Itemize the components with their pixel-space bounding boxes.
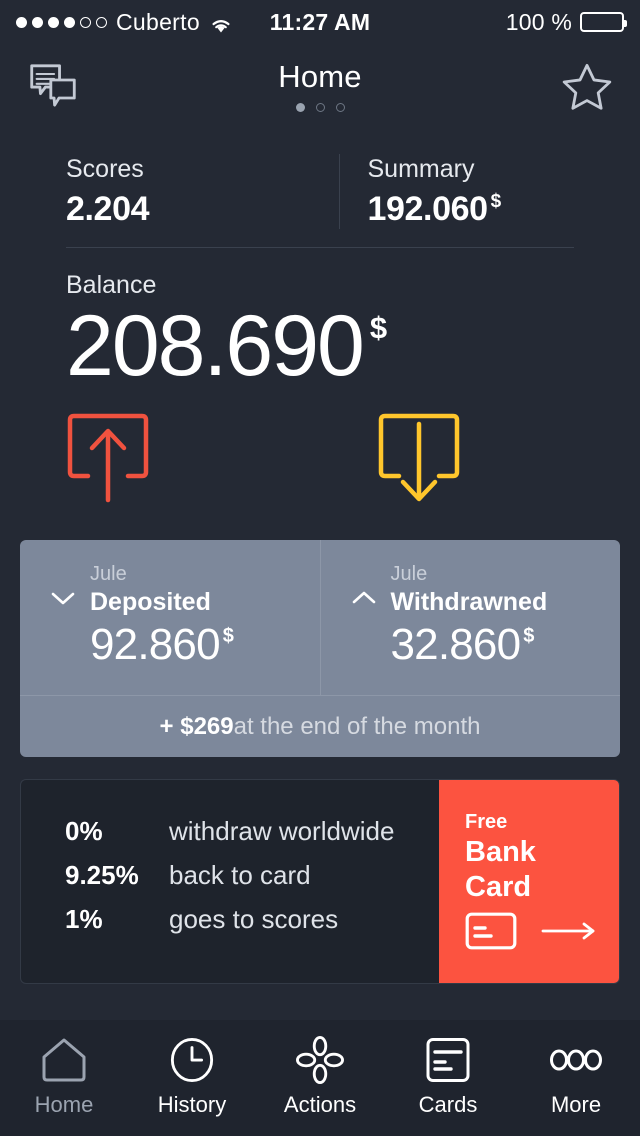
tab-more[interactable]: More: [512, 1036, 640, 1117]
star-icon[interactable]: [560, 59, 614, 113]
battery-icon: [580, 12, 627, 32]
scores-label: Scores: [66, 155, 144, 183]
summary-value: 192.060: [367, 190, 489, 228]
tab-cards[interactable]: Cards: [384, 1036, 512, 1117]
tab-home[interactable]: Home: [0, 1036, 128, 1117]
signal-strength-dots: [16, 16, 107, 28]
navigation-bar: Home: [0, 44, 640, 128]
clock-icon: [169, 1036, 215, 1084]
promo-benefit-row: 0% withdraw worldwide: [65, 816, 439, 847]
tray-arrow-down-icon[interactable]: [377, 410, 461, 506]
credit-card-icon: [465, 912, 517, 955]
ellipsis-icon: [549, 1036, 603, 1084]
month-end-projection: + $269 at the end of the month: [20, 695, 620, 757]
status-bar: Cuberto 11:27 AM 100 %: [0, 0, 640, 44]
free-bank-card-cta[interactable]: Free Bank Card: [439, 780, 619, 983]
promo-benefit-text: goes to scores: [169, 904, 339, 934]
withdrawned-value: 32.860: [390, 620, 522, 669]
page-title: Home: [278, 59, 362, 94]
nav-center-group: Home: [0, 60, 640, 112]
balance-currency: $: [369, 310, 388, 345]
summary-currency: $: [490, 191, 502, 212]
status-bar-right: 100 %: [505, 8, 627, 36]
battery-percent-label: 100 %: [505, 8, 572, 35]
signal-dot-filled: [32, 16, 43, 28]
promo-benefit-percent: 0%: [65, 816, 103, 846]
signal-dot-filled: [64, 16, 75, 28]
monthly-summary-card: Jule Deposited 92.860 $ Jule Withdrawned…: [20, 540, 620, 757]
balance-value: 208.690: [66, 298, 365, 394]
tab-more-label: More: [550, 1092, 602, 1117]
promo-benefit-text: withdraw worldwide: [169, 816, 395, 846]
summary-label: Summary: [367, 155, 475, 183]
stats-row: Scores 2.204 Summary 192.060 $: [0, 154, 640, 229]
actions-diamond-icon: [296, 1036, 344, 1084]
deposited-currency: $: [222, 625, 234, 647]
promo-free-label: Free: [465, 811, 508, 833]
chevron-down-icon[interactable]: [50, 562, 76, 671]
promo-benefit-percent: 1%: [65, 904, 103, 934]
card-list-icon: [425, 1036, 471, 1084]
deposited-label: Deposited: [90, 588, 211, 616]
projection-text: at the end of the month: [233, 712, 481, 740]
deposited-month: Jule: [90, 563, 127, 585]
chat-bubbles-icon[interactable]: [26, 59, 80, 113]
withdrawned-currency: $: [523, 625, 535, 647]
tab-history-label: History: [157, 1092, 227, 1117]
signal-dot-empty: [96, 16, 107, 28]
scores-value: 2.204: [66, 190, 150, 228]
tab-cards-label: Cards: [418, 1092, 478, 1117]
signal-dot-empty: [80, 16, 91, 28]
bank-card-promo: 0% withdraw worldwide 9.25% back to card…: [20, 779, 620, 984]
summary-stat[interactable]: Summary 192.060 $: [338, 154, 640, 229]
promo-title-line2: Card: [465, 871, 532, 903]
scores-stat[interactable]: Scores 2.204: [0, 154, 339, 229]
projection-amount: + $269: [159, 712, 234, 740]
signal-dot-filled: [48, 16, 59, 28]
promo-benefit-row: 9.25% back to card: [65, 860, 439, 891]
app-screen: Cuberto 11:27 AM 100 % Home Scores 2.204…: [0, 0, 640, 1136]
tray-arrow-up-icon[interactable]: [66, 410, 150, 506]
main-content: Scores 2.204 Summary 192.060 $ Balance 2…: [0, 128, 640, 1020]
page-dot-active[interactable]: [295, 103, 305, 112]
promo-title-line1: Bank: [465, 836, 536, 868]
withdrawned-cell[interactable]: Jule Withdrawned 32.860 $: [319, 540, 621, 695]
deposited-value: 92.860: [90, 620, 221, 669]
page-indicator-dots[interactable]: [295, 103, 345, 112]
promo-benefits-list: 0% withdraw worldwide 9.25% back to card…: [21, 780, 439, 983]
page-dot[interactable]: [315, 103, 325, 112]
promo-benefit-text: back to card: [169, 860, 311, 890]
tab-history[interactable]: History: [128, 1036, 256, 1117]
withdrawned-month: Jule: [390, 563, 428, 585]
status-bar-left: Cuberto: [16, 9, 233, 36]
withdrawned-label: Withdrawned: [390, 588, 548, 616]
carrier-name: Cuberto: [116, 8, 200, 35]
balance-block[interactable]: Balance 208.690 $: [0, 248, 640, 396]
signal-dot-filled: [16, 16, 27, 28]
chevron-up-icon[interactable]: [351, 562, 377, 671]
deposited-cell[interactable]: Jule Deposited 92.860 $: [20, 540, 320, 695]
arrow-right-icon: [541, 921, 597, 946]
wifi-icon: [209, 13, 233, 33]
tab-home-label: Home: [34, 1092, 94, 1117]
promo-benefit-percent: 9.25%: [65, 860, 139, 890]
tab-actions[interactable]: Actions: [256, 1036, 384, 1117]
bottom-tab-bar: Home History Actions Cards More: [0, 1020, 640, 1136]
quick-actions-row: [0, 410, 640, 506]
home-icon: [40, 1036, 88, 1084]
page-dot[interactable]: [335, 103, 345, 112]
tab-actions-label: Actions: [283, 1092, 357, 1117]
promo-benefit-row: 1% goes to scores: [65, 904, 439, 935]
